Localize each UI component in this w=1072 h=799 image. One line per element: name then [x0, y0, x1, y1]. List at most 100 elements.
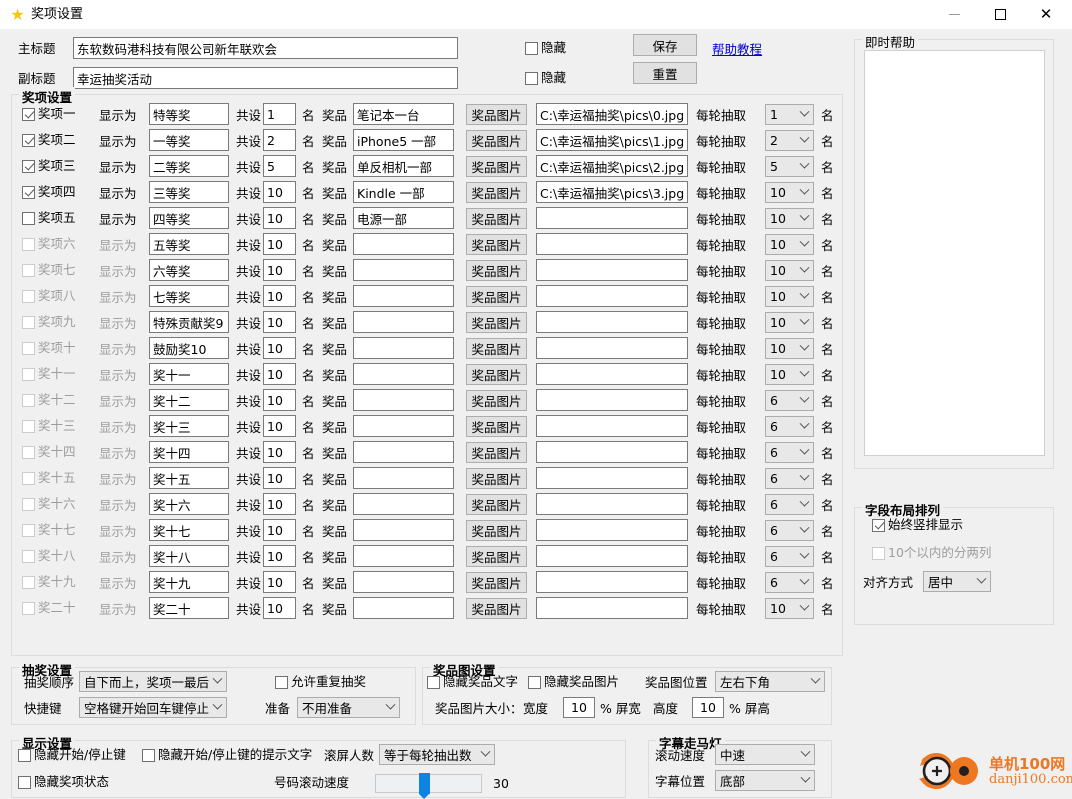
prize-name-input[interactable] [353, 467, 454, 489]
always-vertical-checkbox[interactable]: 始终竖排显示 [872, 518, 963, 532]
prize-image-button[interactable]: 奖品图片 [466, 468, 527, 489]
prize-name-input[interactable] [353, 129, 454, 151]
prize-image-path-input[interactable] [536, 311, 688, 333]
hide-startstop-checkbox[interactable]: 隐藏开始/停止键 [18, 748, 126, 762]
help-tutorial-link[interactable]: 帮助教程 [712, 39, 762, 58]
prize-display-name-input[interactable] [149, 389, 229, 411]
prize-image-path-input[interactable] [536, 181, 688, 203]
prize-display-name-input[interactable] [149, 285, 229, 307]
prize-image-button[interactable]: 奖品图片 [466, 104, 527, 125]
allow-repeat-checkbox[interactable]: 允许重复抽奖 [275, 675, 366, 689]
per-round-select[interactable]: 10 [765, 364, 814, 385]
per-round-select[interactable]: 6 [765, 442, 814, 463]
prize-display-name-input[interactable] [149, 363, 229, 385]
prize-name-input[interactable] [353, 103, 454, 125]
prize-enable-checkbox[interactable]: 奖项九 [22, 315, 76, 329]
main-title-input[interactable] [73, 37, 458, 59]
per-round-select[interactable]: 6 [765, 390, 814, 411]
hide-prize-image-checkbox[interactable]: 隐藏奖品图片 [528, 675, 619, 689]
prize-image-path-input[interactable] [536, 597, 688, 619]
prize-total-input[interactable] [263, 519, 296, 541]
prize-name-input[interactable] [353, 207, 454, 229]
prize-image-button[interactable]: 奖品图片 [466, 546, 527, 567]
prize-total-input[interactable] [263, 311, 296, 333]
prize-enable-checkbox[interactable]: 奖十六 [22, 497, 76, 511]
prize-image-path-input[interactable] [536, 467, 688, 489]
prize-total-input[interactable] [263, 571, 296, 593]
prize-name-input[interactable] [353, 415, 454, 437]
per-round-select[interactable]: 10 [765, 260, 814, 281]
prize-image-button[interactable]: 奖品图片 [466, 442, 527, 463]
hide-prize-text-checkbox[interactable]: 隐藏奖品文字 [427, 675, 518, 689]
align-select[interactable]: 居中 [923, 571, 991, 592]
prize-name-input[interactable] [353, 155, 454, 177]
hotkey-select[interactable]: 空格键开始回车键停止 [79, 697, 227, 718]
hide-main-title-checkbox[interactable]: 隐藏 [525, 41, 566, 55]
prize-name-input[interactable] [353, 571, 454, 593]
prize-display-name-input[interactable] [149, 233, 229, 255]
close-button[interactable]: ✕ [1023, 0, 1069, 29]
prize-enable-checkbox[interactable]: 奖项三 [22, 159, 76, 173]
prize-total-input[interactable] [263, 285, 296, 307]
per-round-select[interactable]: 10 [765, 338, 814, 359]
prize-image-path-input[interactable] [536, 337, 688, 359]
prize-total-input[interactable] [263, 493, 296, 515]
prize-total-input[interactable] [263, 207, 296, 229]
prize-display-name-input[interactable] [149, 571, 229, 593]
prize-enable-checkbox[interactable]: 奖十五 [22, 471, 76, 485]
prize-image-button[interactable]: 奖品图片 [466, 130, 527, 151]
prize-image-path-input[interactable] [536, 207, 688, 229]
prize-display-name-input[interactable] [149, 259, 229, 281]
prize-display-name-input[interactable] [149, 441, 229, 463]
prize-total-input[interactable] [263, 155, 296, 177]
save-button[interactable]: 保存 [633, 34, 697, 56]
prize-image-button[interactable]: 奖品图片 [466, 390, 527, 411]
per-round-select[interactable]: 2 [765, 130, 814, 151]
prize-image-path-input[interactable] [536, 519, 688, 541]
prize-display-name-input[interactable] [149, 597, 229, 619]
prepare-select[interactable]: 不用准备 [297, 697, 400, 718]
prize-name-input[interactable] [353, 597, 454, 619]
prize-image-path-input[interactable] [536, 415, 688, 437]
prize-image-path-input[interactable] [536, 129, 688, 151]
prize-enable-checkbox[interactable]: 奖十九 [22, 575, 76, 589]
prize-image-button[interactable]: 奖品图片 [466, 182, 527, 203]
prize-enable-checkbox[interactable]: 奖项四 [22, 185, 76, 199]
prize-enable-checkbox[interactable]: 奖项六 [22, 237, 76, 251]
prize-name-input[interactable] [353, 493, 454, 515]
per-round-select[interactable]: 6 [765, 494, 814, 515]
prize-image-button[interactable]: 奖品图片 [466, 156, 527, 177]
prize-image-path-input[interactable] [536, 441, 688, 463]
prize-total-input[interactable] [263, 337, 296, 359]
prize-total-input[interactable] [263, 389, 296, 411]
prize-enable-checkbox[interactable]: 奖项五 [22, 211, 76, 225]
prize-name-input[interactable] [353, 337, 454, 359]
prize-enable-checkbox[interactable]: 奖项七 [22, 263, 76, 277]
prize-image-path-input[interactable] [536, 155, 688, 177]
prize-enable-checkbox[interactable]: 奖十三 [22, 419, 76, 433]
prize-total-input[interactable] [263, 467, 296, 489]
hide-sub-title-checkbox[interactable]: 隐藏 [525, 71, 566, 85]
prize-enable-checkbox[interactable]: 奖项十 [22, 341, 76, 355]
per-round-select[interactable]: 6 [765, 572, 814, 593]
per-round-select[interactable]: 6 [765, 546, 814, 567]
prize-name-input[interactable] [353, 389, 454, 411]
prize-enable-checkbox[interactable]: 奖项二 [22, 133, 76, 147]
sub-title-input[interactable] [73, 67, 458, 89]
prize-display-name-input[interactable] [149, 311, 229, 333]
prize-enable-checkbox[interactable]: 奖十八 [22, 549, 76, 563]
prize-image-button[interactable]: 奖品图片 [466, 234, 527, 255]
prize-display-name-input[interactable] [149, 493, 229, 515]
prize-total-input[interactable] [263, 181, 296, 203]
instant-help-textarea[interactable] [864, 50, 1045, 456]
minimize-button[interactable] [931, 0, 977, 29]
prize-name-input[interactable] [353, 545, 454, 567]
prize-name-input[interactable] [353, 441, 454, 463]
prize-enable-checkbox[interactable]: 奖项一 [22, 107, 76, 121]
prize-display-name-input[interactable] [149, 103, 229, 125]
slider-thumb[interactable] [419, 773, 430, 799]
prize-image-path-input[interactable] [536, 571, 688, 593]
prize-name-input[interactable] [353, 233, 454, 255]
marquee-position-select[interactable]: 底部 [715, 770, 815, 791]
prize-display-name-input[interactable] [149, 129, 229, 151]
